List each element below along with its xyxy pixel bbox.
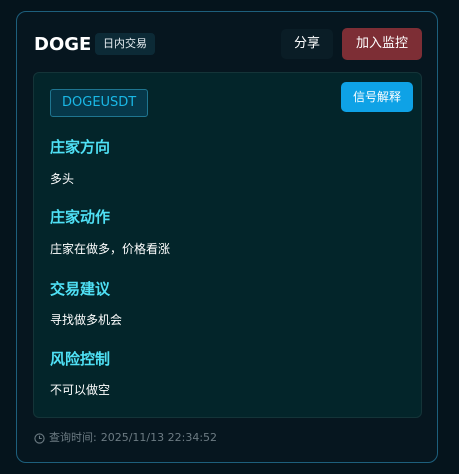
trade-type-badge: 日内交易	[95, 33, 155, 55]
share-button[interactable]: 分享	[281, 29, 333, 59]
clock-icon	[34, 432, 45, 444]
add-monitor-button[interactable]: 加入监控	[342, 28, 422, 60]
section-title-action: 庄家动作	[50, 208, 111, 226]
section-value-direction: 多头	[50, 172, 75, 186]
query-time: 查询时间: 2025/11/13 22:34:52	[34, 430, 217, 446]
section-title-direction: 庄家方向	[50, 138, 111, 156]
signal-card: DOGE 日内交易 分享 加入监控 DOGEUSDT 信号解释 庄家方向 多头 …	[16, 11, 438, 463]
section-title-risk: 风险控制	[50, 350, 111, 368]
section-title-advice: 交易建议	[50, 280, 111, 298]
query-time-value: 2025/11/13 22:34:52	[100, 431, 218, 444]
section-value-action: 庄家在做多，价格看涨	[50, 242, 171, 256]
signal-panel: DOGEUSDT 信号解释 庄家方向 多头 庄家动作 庄家在做多，价格看涨 交易…	[33, 72, 422, 418]
section-value-advice: 寻找做多机会	[50, 313, 123, 327]
query-time-label: 查询时间:	[49, 431, 97, 444]
pair-tag: DOGEUSDT	[50, 89, 149, 117]
signal-explain-button[interactable]: 信号解释	[341, 82, 413, 112]
symbol-title: DOGE	[34, 34, 92, 55]
section-value-risk: 不可以做空	[50, 383, 111, 397]
